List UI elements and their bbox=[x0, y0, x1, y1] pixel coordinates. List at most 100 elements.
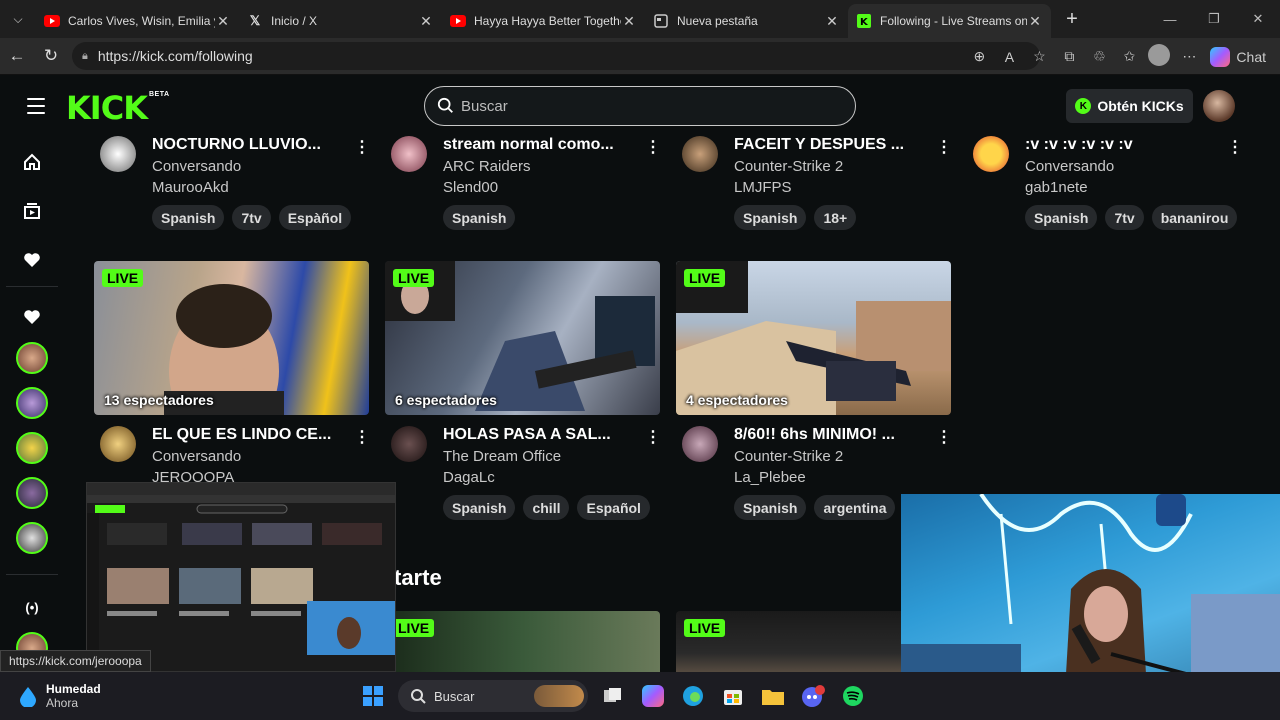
stream-title[interactable]: FACEIT Y DESPUES ... bbox=[734, 136, 904, 154]
tag[interactable]: Spanish bbox=[443, 495, 516, 520]
stream-title[interactable]: :v :v :v :v :v :v bbox=[1025, 136, 1133, 154]
stream-category[interactable]: ARC Raiders bbox=[443, 158, 531, 175]
stream-title[interactable]: NOCTURNO LLUVIO... bbox=[152, 136, 321, 154]
maximize-icon[interactable]: ❐ bbox=[1192, 0, 1236, 38]
windows-start-icon[interactable] bbox=[358, 681, 388, 711]
tag[interactable]: 7tv bbox=[232, 205, 271, 230]
stream-title[interactable]: EL QUE ES LINDO CE... bbox=[152, 426, 331, 444]
stream-title[interactable]: HOLAS PASA A SAL... bbox=[443, 426, 611, 444]
stream-thumbnail[interactable]: LIVE 13 espectadores bbox=[94, 261, 369, 415]
task-view-icon[interactable] bbox=[598, 681, 628, 711]
more-options-icon[interactable]: ⋮ bbox=[1227, 137, 1243, 157]
profile-avatar[interactable] bbox=[1146, 44, 1172, 69]
tag[interactable]: Spanish bbox=[734, 495, 807, 520]
channel-avatar[interactable] bbox=[100, 426, 136, 462]
tag[interactable]: Spanish bbox=[443, 205, 516, 230]
reload-icon[interactable]: ↻ bbox=[34, 41, 68, 71]
sidebar-channel-avatar[interactable] bbox=[16, 432, 48, 464]
extensions-icon[interactable]: ⧉ bbox=[1056, 48, 1082, 65]
url-field[interactable]: 🔒︎ https://kick.com/following bbox=[72, 42, 1040, 70]
channel-avatar[interactable] bbox=[682, 136, 718, 172]
more-options-icon[interactable]: ⋮ bbox=[645, 137, 661, 157]
microsoft-store-icon[interactable] bbox=[718, 681, 748, 711]
stream-thumbnail[interactable]: LIVE 4 espectadores bbox=[676, 261, 951, 415]
channel-avatar[interactable] bbox=[100, 136, 136, 172]
close-tab-icon[interactable]: ✕ bbox=[621, 13, 637, 30]
stream-username[interactable]: LMJFPS bbox=[734, 179, 792, 196]
close-window-icon[interactable]: ✕ bbox=[1236, 0, 1280, 38]
stream-thumbnail[interactable]: LIVE 6 espectadores bbox=[385, 261, 660, 415]
site-info-icon[interactable]: 🔒︎ bbox=[82, 50, 88, 63]
stream-username[interactable]: Slend00 bbox=[443, 179, 498, 196]
channel-avatar[interactable] bbox=[391, 136, 427, 172]
more-options-icon[interactable]: ⋮ bbox=[354, 427, 370, 447]
tab-3[interactable]: Nueva pestaña ✕ bbox=[645, 6, 848, 36]
stream-category[interactable]: The Dream Office bbox=[443, 448, 561, 465]
stream-username[interactable]: MaurooAkd bbox=[152, 179, 229, 196]
tag[interactable]: 7tv bbox=[1105, 205, 1144, 230]
taskbar-search[interactable]: Buscar bbox=[398, 680, 588, 712]
sidebar-channel-avatar[interactable] bbox=[16, 387, 48, 419]
spotify-icon[interactable] bbox=[838, 681, 868, 711]
tab-actions-chevron-icon[interactable]: ⌵ bbox=[0, 0, 36, 38]
file-explorer-icon[interactable] bbox=[758, 681, 788, 711]
close-tab-icon[interactable]: ✕ bbox=[418, 13, 434, 30]
stream-category[interactable]: Conversando bbox=[152, 158, 241, 175]
channel-avatar[interactable] bbox=[973, 136, 1009, 172]
close-tab-icon[interactable]: ✕ bbox=[824, 13, 840, 30]
stream-category[interactable]: Counter-Strike 2 bbox=[734, 158, 843, 175]
browser-essentials-icon[interactable]: ♲ bbox=[1086, 48, 1112, 65]
tag[interactable]: Spanish bbox=[734, 205, 807, 230]
tag[interactable]: argentina bbox=[814, 495, 896, 520]
tab-2[interactable]: Hayya Hayya Better Together - ✕ bbox=[442, 6, 645, 36]
get-kicks-button[interactable]: K Obtén KICKs bbox=[1066, 89, 1193, 123]
tag[interactable]: Spanish bbox=[1025, 205, 1098, 230]
new-tab-plus-icon[interactable]: + bbox=[1057, 8, 1087, 31]
channel-avatar[interactable] bbox=[682, 426, 718, 462]
stream-category[interactable]: Counter-Strike 2 bbox=[734, 448, 843, 465]
close-tab-icon[interactable]: ✕ bbox=[215, 13, 231, 30]
tag[interactable]: Español bbox=[577, 495, 650, 520]
favorite-star-icon[interactable]: ☆ bbox=[1026, 48, 1052, 65]
search-bar[interactable] bbox=[424, 86, 856, 126]
read-aloud-icon[interactable]: A bbox=[996, 49, 1022, 65]
close-tab-icon[interactable]: ✕ bbox=[1027, 13, 1043, 30]
stream-username[interactable]: La_Plebee bbox=[734, 469, 806, 486]
tab-4-active[interactable]: K Following - Live Streams on Kic ✕ bbox=[848, 4, 1051, 38]
live-broadcast-icon[interactable]: (•) bbox=[22, 597, 42, 617]
tag[interactable]: Spanish bbox=[152, 205, 225, 230]
stream-title[interactable]: stream normal como... bbox=[443, 136, 614, 154]
stream-category[interactable]: Conversando bbox=[152, 448, 241, 465]
sidebar-channel-avatar[interactable] bbox=[16, 477, 48, 509]
minimize-icon[interactable]: — bbox=[1148, 0, 1192, 38]
stream-category[interactable]: Conversando bbox=[1025, 158, 1114, 175]
stream-username[interactable]: DagaLc bbox=[443, 469, 495, 486]
more-options-icon[interactable]: ⋮ bbox=[645, 427, 661, 447]
tag[interactable]: bananirou bbox=[1151, 205, 1238, 230]
kick-logo[interactable]: KICK bbox=[66, 89, 148, 127]
more-options-icon[interactable]: ⋮ bbox=[936, 427, 952, 447]
browse-icon[interactable] bbox=[22, 201, 42, 221]
weather-widget[interactable]: Humedad Ahora bbox=[18, 682, 101, 710]
search-input[interactable] bbox=[461, 97, 821, 115]
more-options-icon[interactable]: ⋮ bbox=[354, 137, 370, 157]
more-menu-icon[interactable]: ⋯ bbox=[1176, 48, 1202, 65]
copilot-icon[interactable] bbox=[638, 681, 668, 711]
following-heart-icon[interactable] bbox=[22, 250, 42, 270]
home-icon[interactable] bbox=[22, 152, 42, 172]
back-arrow-icon[interactable]: ← bbox=[0, 41, 34, 71]
tag[interactable]: Espàñol bbox=[278, 205, 352, 230]
more-options-icon[interactable]: ⋮ bbox=[936, 137, 952, 157]
zoom-icon[interactable]: ⊕ bbox=[966, 48, 992, 65]
sidebar-channel-avatar[interactable] bbox=[16, 342, 48, 374]
copilot-chat-button[interactable]: Chat bbox=[1206, 46, 1270, 67]
sidebar-channel-avatar[interactable] bbox=[16, 522, 48, 554]
tag[interactable]: chill bbox=[523, 495, 570, 520]
tab-1[interactable]: 𝕏 Inicio / X ✕ bbox=[239, 6, 442, 36]
stream-username[interactable]: gab1nete bbox=[1025, 179, 1088, 196]
discord-icon[interactable] bbox=[798, 681, 828, 711]
stream-thumbnail[interactable]: LIVE bbox=[385, 611, 660, 672]
stream-title[interactable]: 8/60!! 6hs MINIMO! ... bbox=[734, 426, 895, 444]
user-avatar[interactable] bbox=[1203, 90, 1235, 122]
tab-0[interactable]: Carlos Vives, Wisin, Emilia y Xav ✕ bbox=[36, 6, 239, 36]
